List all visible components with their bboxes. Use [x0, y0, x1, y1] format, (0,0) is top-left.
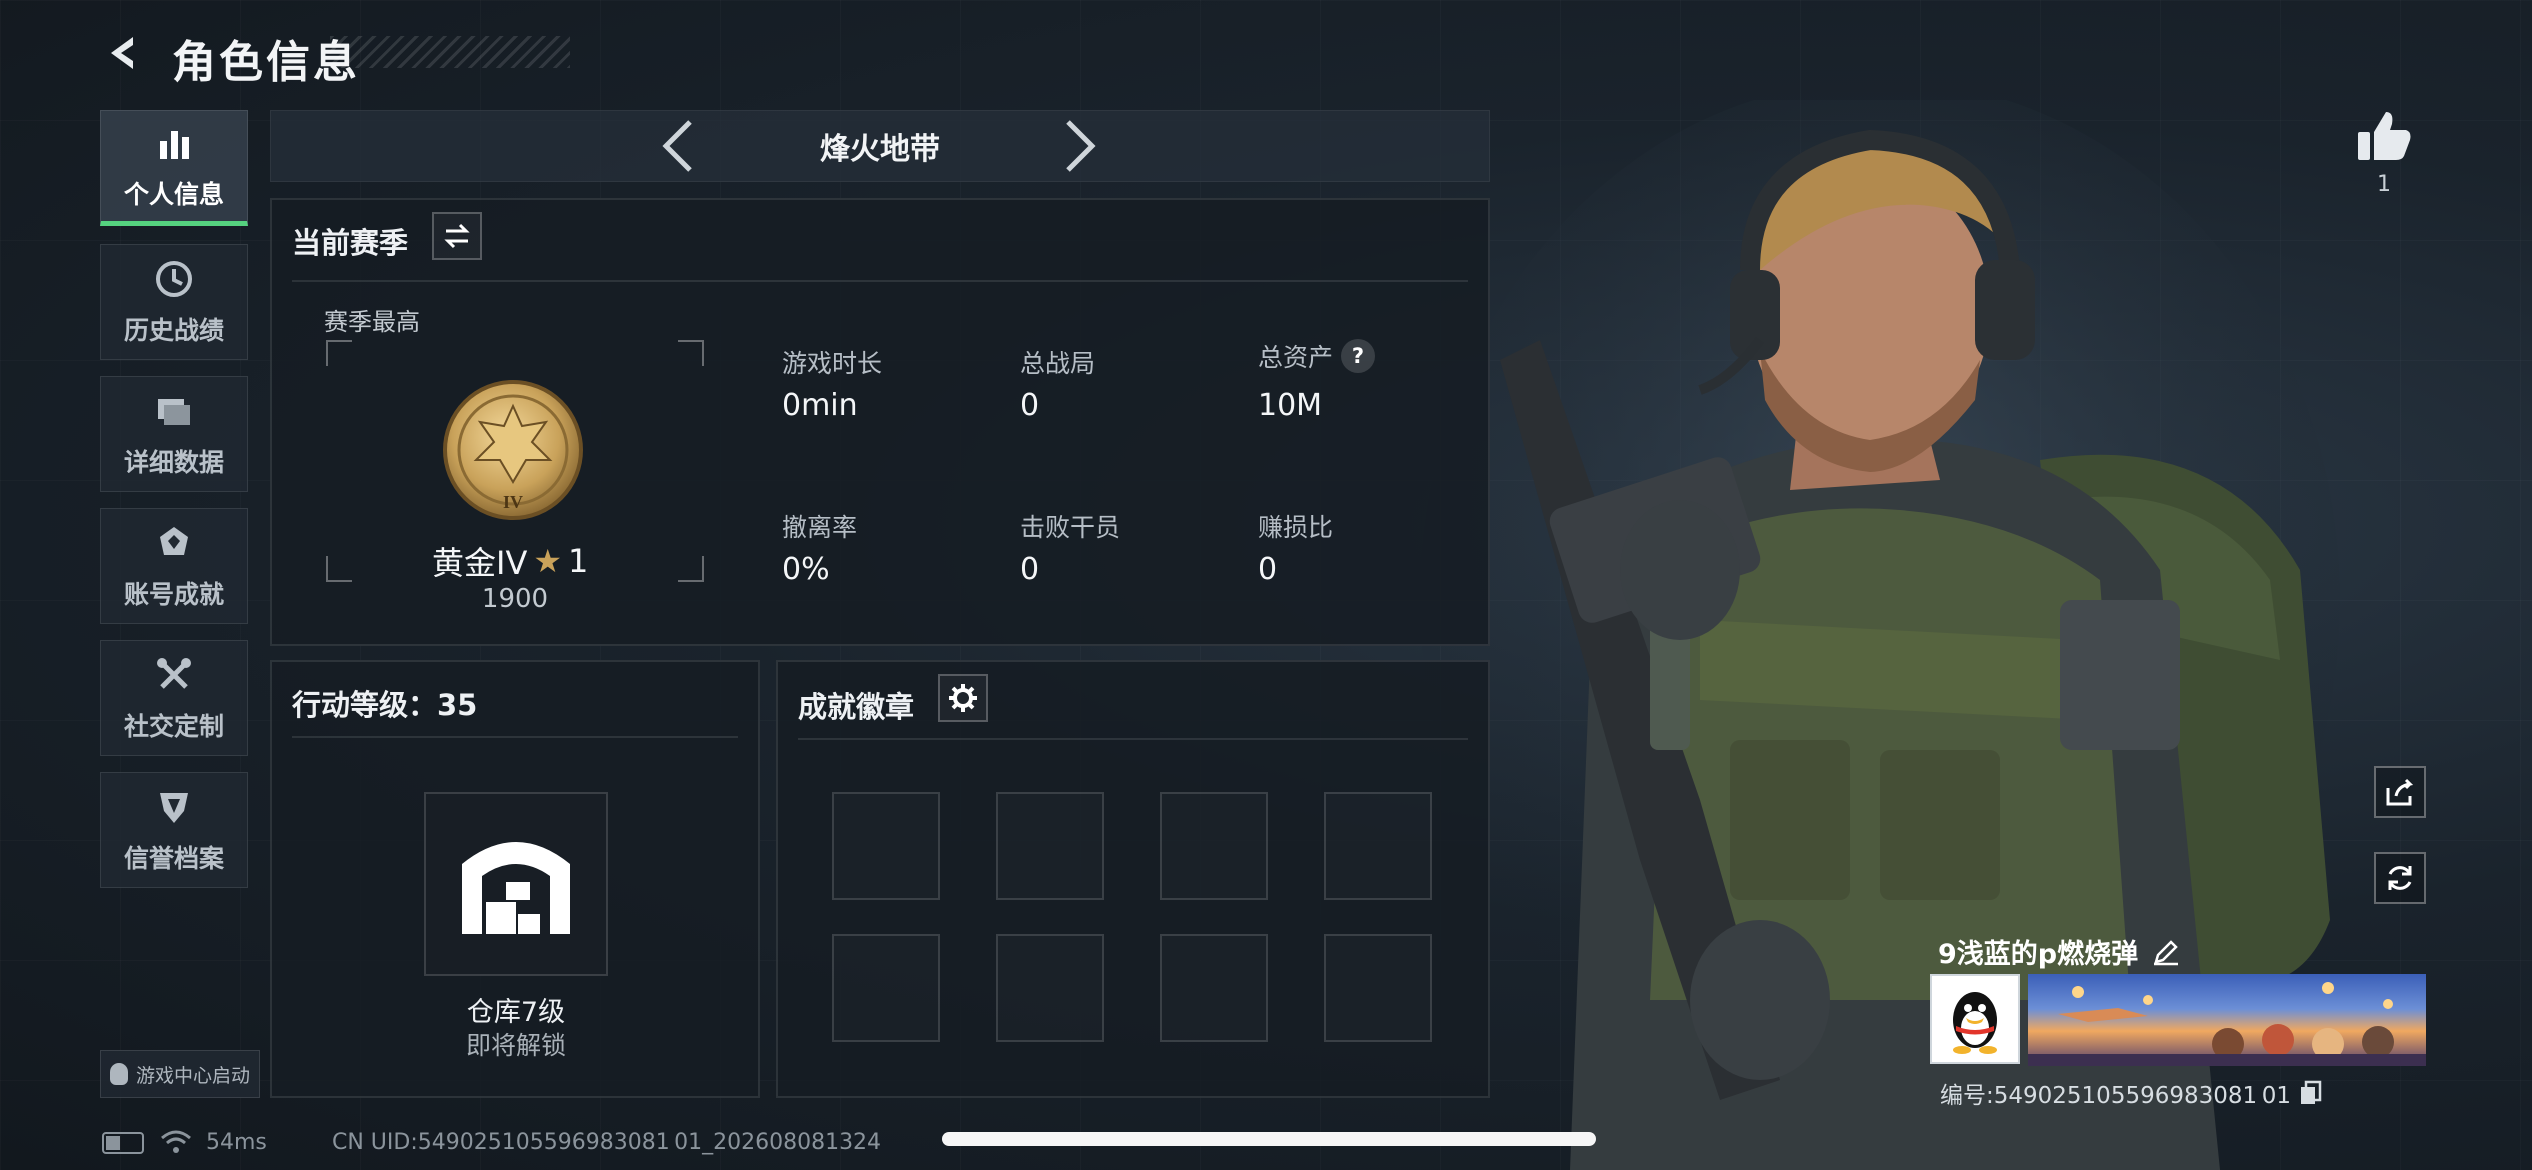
gold-rank-badge-icon: IV [443, 380, 583, 520]
badges-title: 成就徽章 [798, 690, 915, 724]
badge-slot[interactable] [996, 792, 1104, 900]
edit-pencil-icon[interactable] [2152, 938, 2180, 966]
warehouse-tile[interactable] [424, 792, 608, 976]
stat-label-extract-rate: 撤离率 [782, 513, 858, 542]
badge-slot[interactable] [1324, 792, 1432, 900]
avatar[interactable] [1930, 974, 2020, 1064]
credit-shield-icon [152, 785, 196, 829]
sidebar-item-label: 详细数据 [123, 448, 224, 477]
chevron-right-icon [1066, 120, 1096, 172]
game-center-label: 游戏中心启动 [135, 1064, 250, 1087]
thumbs-up-icon[interactable] [2352, 104, 2416, 168]
badge-slot[interactable] [832, 934, 940, 1042]
back-arrow-icon [111, 37, 133, 69]
game-center-launch[interactable]: 游戏中心启动 [100, 1050, 260, 1098]
sidebar-item-details[interactable]: 详细数据 [100, 376, 248, 492]
help-icon[interactable]: ? [1341, 339, 1376, 373]
sidebar-item-label: 个人信息 [123, 180, 224, 209]
warehouse-icon [462, 842, 570, 934]
folder-icon [152, 389, 196, 433]
qq-penguin-icon [1953, 992, 1997, 1054]
copy-icon[interactable] [2299, 1080, 2323, 1106]
tools-icon [152, 653, 196, 697]
sidebar-item-history[interactable]: 历史战绩 [100, 244, 248, 360]
player-id: 编号:549025105596983081 01 [1940, 1083, 2292, 1109]
share-button[interactable] [2374, 766, 2426, 818]
title-decoration [330, 36, 570, 68]
sidebar-item-achievements[interactable]: 账号成就 [100, 508, 248, 624]
star-icon: ★ [533, 542, 563, 580]
swap-icon [444, 223, 470, 249]
season-divider [292, 280, 1468, 282]
ping-text: 54ms [206, 1130, 267, 1155]
rank-name-row: 黄金IV ★ 1 [432, 538, 632, 584]
name-card-banner[interactable] [2028, 974, 2426, 1066]
refresh-button[interactable] [2374, 852, 2426, 904]
action-level-title: 行动等级：35 [292, 688, 478, 722]
uid-text: CN UID:549025105596983081 01_20260808132… [332, 1130, 882, 1155]
back-button[interactable] [98, 28, 148, 78]
rank-points: 1900 [481, 584, 549, 614]
badge-slot[interactable] [1324, 934, 1432, 1042]
refresh-icon [2388, 866, 2412, 890]
sidebar-item-label: 历史战绩 [123, 316, 224, 345]
home-indicator[interactable] [942, 1132, 1596, 1146]
like-count: 1 [2377, 172, 2391, 197]
stat-value-play-time: 0min [782, 388, 858, 423]
share-icon [2386, 778, 2414, 806]
stat-label-operators-defeated: 击败干员 [1020, 513, 1121, 542]
player-name: 9浅蓝的p燃烧弹 [1938, 939, 2139, 970]
banner-art [2028, 982, 2426, 1066]
stat-label-total-assets: 总资产 [1258, 343, 1334, 372]
stat-label-total-matches: 总战局 [1020, 349, 1096, 378]
stat-value-extract-rate: 0% [782, 552, 830, 587]
mode-name: 烽火地带 [820, 132, 940, 167]
badges-divider [798, 738, 1468, 740]
stat-total-assets-header: 总资产 ? [1258, 338, 1376, 374]
qq-icon [109, 1063, 128, 1085]
badge-slot[interactable] [1160, 792, 1268, 900]
season-title: 当前赛季 [292, 226, 409, 260]
stat-value-total-matches: 0 [1020, 388, 1040, 423]
mode-next-button[interactable] [1058, 118, 1102, 174]
stat-value-operators-defeated: 0 [1020, 552, 1040, 587]
sidebar-item-label: 账号成就 [123, 580, 224, 609]
player-name-row: 9浅蓝的p燃烧弹 [1938, 932, 2180, 971]
clock-icon [152, 257, 196, 301]
warehouse-status: 即将解锁 [465, 1031, 566, 1060]
badge-slot[interactable] [996, 934, 1104, 1042]
stat-label-profit-loss: 赚损比 [1258, 513, 1334, 542]
wifi-icon [161, 1130, 191, 1153]
level-divider [292, 736, 738, 738]
sidebar-item-personal-info[interactable]: 个人信息 [100, 110, 248, 226]
badge-slot[interactable] [832, 792, 940, 900]
sidebar-item-label: 社交定制 [123, 712, 224, 741]
player-id-row: 编号:549025105596983081 01 [1940, 1076, 2323, 1110]
chevron-left-icon [662, 120, 692, 172]
rank-stars: 1 [568, 542, 589, 580]
sidebar-item-label: 信誉档案 [123, 844, 224, 873]
svg-text:IV: IV [503, 492, 523, 512]
stat-value-total-assets: 10M [1258, 388, 1323, 423]
sidebar-item-credit[interactable]: 信誉档案 [100, 772, 248, 888]
achievement-icon [152, 521, 196, 565]
badge-slot[interactable] [1160, 934, 1268, 1042]
stat-value-profit-loss: 0 [1258, 552, 1278, 587]
mode-prev-button[interactable] [656, 118, 700, 174]
warehouse-level: 仓库7级 [466, 997, 566, 1028]
rank-name: 黄金IV [432, 544, 528, 582]
gear-icon [949, 684, 977, 712]
season-best-label: 赛季最高 [324, 308, 420, 336]
badges-settings-button[interactable] [938, 674, 988, 722]
battery-icon [102, 1132, 144, 1154]
bar-chart-icon [152, 121, 196, 165]
stat-label-play-time: 游戏时长 [782, 349, 883, 378]
sidebar-item-social[interactable]: 社交定制 [100, 640, 248, 756]
season-switch-button[interactable] [432, 212, 482, 260]
